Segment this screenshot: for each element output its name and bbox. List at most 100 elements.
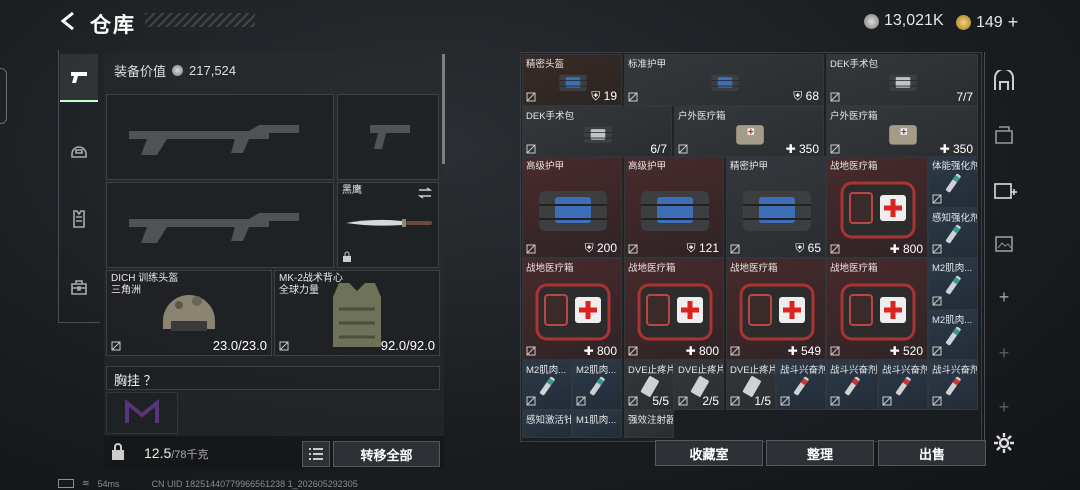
stash-item-count-value: 19 (603, 89, 617, 103)
stash-item[interactable]: 高级护甲 ⛨ 200 (522, 156, 622, 258)
no-insure-icon (932, 244, 942, 254)
sort-button[interactable]: 整理 (766, 440, 874, 466)
battery-icon (58, 479, 74, 488)
stash-item[interactable]: 标准护甲 ⛨ 68 (624, 54, 824, 106)
stash-item[interactable]: 户外医疗箱 ✚ 350 (826, 106, 978, 158)
currency-premium[interactable]: 149 + (956, 12, 1018, 33)
stash-item-label: 高级护甲 (628, 161, 667, 172)
helmet-icon (163, 295, 215, 331)
stash-item-label: DEK手术包 (526, 111, 575, 122)
injector-icon (945, 275, 961, 295)
melee-name: 黑鹰 (342, 185, 362, 196)
no-insure-icon (678, 144, 688, 154)
armor-slot[interactable]: MK-2战术背心 全球力量 92.0/92.0 (274, 270, 440, 356)
stash-item[interactable]: 战斗兴奋剂 (928, 360, 978, 410)
stash-item[interactable]: 高级护甲 ⛨ 121 (624, 156, 724, 258)
stash-item-label: DVE止疼片 (628, 365, 674, 376)
stash-item-count: 6/7 (650, 142, 667, 156)
back-arrow-icon[interactable] (58, 10, 80, 32)
settings-gear-icon[interactable] (990, 430, 1018, 456)
tab-vest[interactable] (60, 196, 98, 242)
stash-item-label: M2肌肉... (932, 315, 973, 326)
stash-item-label: DVE止疼片 (678, 365, 724, 376)
tab-weapons[interactable] (60, 54, 98, 102)
stash-item[interactable]: 战地医疗箱 ✚ 800 (624, 258, 724, 360)
injector-icon (589, 376, 605, 396)
stash-item-label: 户外医疗箱 (678, 111, 726, 122)
stash-item[interactable]: 精密头盔 ⛨ 19 (522, 54, 622, 106)
stash-item-count-value: 68 (805, 89, 819, 103)
stash-item-label: DEK手术包 (830, 59, 879, 70)
transfer-all-button[interactable]: 转移全部 (333, 441, 440, 467)
stash-item[interactable]: M2肌肉... (522, 360, 572, 410)
stash-item-label: 战斗兴奋剂 (932, 365, 978, 376)
stash-item-label: 战地医疗箱 (830, 161, 878, 172)
stash-item[interactable]: DEK手术包 7/7 (826, 54, 978, 106)
surgery-kit-icon (889, 74, 917, 91)
tab-divider (58, 50, 59, 322)
container-icon[interactable] (990, 122, 1018, 148)
stash-item[interactable]: 精密护甲 ⛨ 65 (726, 156, 826, 258)
no-insure-icon (932, 396, 942, 406)
tab-backpack[interactable] (60, 264, 98, 310)
stash-item[interactable]: M1肌肉... (572, 410, 622, 438)
weight-value: 12.5/78千克 (144, 445, 209, 462)
premium-coin-icon (956, 15, 971, 30)
helmet-slot[interactable]: DICH 训练头盔 三角洲 23.0/23.0 (106, 270, 272, 356)
stash-item-count-value: 800 (698, 344, 719, 358)
weight-current: 12.5 (144, 445, 172, 461)
injector-icon (793, 376, 809, 396)
stash-item[interactable]: 强效注射器 (624, 410, 674, 438)
stash-item[interactable]: M2肌肉... (928, 258, 978, 310)
stash-item[interactable]: 战斗兴奋剂 (776, 360, 826, 410)
add-premium-icon[interactable]: + (1008, 12, 1019, 33)
stash-item[interactable]: 战地医疗箱 ✚ 800 (522, 258, 622, 360)
stash-item[interactable]: 战地医疗箱 ✚ 800 (826, 156, 928, 258)
stash-item-count: 1/5 (754, 394, 771, 408)
shield-icon: ⛨ (584, 241, 597, 255)
stash-item-label: 精密头盔 (526, 59, 565, 70)
gallery-icon[interactable] (990, 230, 1018, 256)
stash-item[interactable]: DVE止疼片 2/5 (674, 360, 724, 410)
stash-item[interactable]: M2肌肉... (572, 360, 622, 410)
stash-item[interactable]: 感知激活针 (522, 410, 572, 438)
primary-weapon-slot[interactable] (106, 94, 334, 180)
sell-button[interactable]: 出售 (878, 440, 986, 466)
add-slot-icon[interactable]: + (990, 340, 1018, 366)
stash-item[interactable]: DVE止疼片 5/5 (624, 360, 674, 410)
stash-item-count-value: 65 (807, 241, 821, 255)
equipment-value: 装备价值 217,524 (114, 61, 236, 80)
stash-item[interactable]: 战地医疗箱 ✚ 520 (826, 258, 928, 360)
side-pull-handle[interactable] (0, 68, 7, 124)
loadout-scrollbar[interactable] (442, 54, 445, 164)
tab-gear[interactable] (60, 128, 98, 174)
swap-icon[interactable] (418, 187, 432, 199)
stash-item[interactable]: 户外医疗箱 ✚ 350 (674, 106, 824, 158)
add-slot-icon[interactable]: + (990, 394, 1018, 420)
stash-item[interactable]: DEK手术包 6/7 (522, 106, 672, 158)
stash-item[interactable]: M2肌肉... (928, 310, 978, 360)
heal-plus-icon: ✚ (889, 242, 903, 256)
equipment-value-amount: 217,524 (189, 63, 237, 78)
stash-home-icon[interactable] (990, 68, 1018, 94)
list-view-button[interactable] (302, 441, 330, 467)
no-insure-icon (830, 244, 840, 254)
no-insure-icon (830, 346, 840, 356)
stash-item-count: ✚ 800 (584, 344, 617, 358)
collection-room-button[interactable]: 收藏室 (655, 440, 763, 466)
stash-item[interactable]: 战地医疗箱 ✚ 549 (726, 258, 826, 360)
no-insure-icon (730, 346, 740, 356)
stash-item-count: ✚ 800 (686, 344, 719, 358)
melee-slot[interactable]: 黑鹰 (337, 182, 439, 268)
add-slot-icon[interactable]: + (990, 284, 1018, 310)
pistol-slot[interactable] (337, 94, 439, 180)
surgery-kit-icon (584, 126, 612, 143)
stash-add-icon[interactable] (990, 176, 1018, 202)
stash-item[interactable]: DVE止疼片 1/5 (726, 360, 776, 410)
stash-item[interactable]: 战斗兴奋剂 (826, 360, 878, 410)
stash-item[interactable]: 体能强化剂 (928, 156, 978, 208)
secondary-weapon-slot[interactable] (106, 182, 334, 268)
stash-item[interactable]: 战斗兴奋剂 (878, 360, 928, 410)
heal-plus-icon: ✚ (785, 142, 799, 156)
stash-item[interactable]: 感知强化剂 (928, 208, 978, 258)
